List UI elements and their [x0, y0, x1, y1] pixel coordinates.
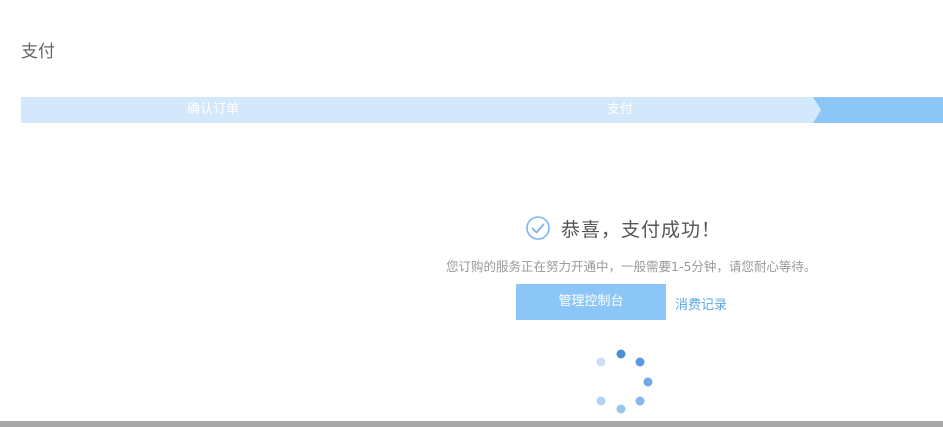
step-pay: 支付 [606, 102, 633, 117]
step-confirm-order: 确认订单 [186, 102, 239, 117]
success-description: 您订购的服务正在努力开通中，一般需要1-5分钟，请您耐心等待。 [446, 259, 817, 274]
success-title: 恭喜，支付成功！ [561, 218, 722, 241]
management-console-button[interactable]: 管理控制台 [516, 284, 666, 320]
check-circle-icon [526, 216, 550, 240]
bottom-scrollbar[interactable] [0, 421, 943, 427]
success-message: 恭喜，支付成功！ [526, 214, 721, 242]
step-shape-current [813, 97, 943, 123]
progress-steps: 确认订单 支付 [21, 97, 943, 123]
consumption-records-link[interactable]: 消费记录 [675, 294, 727, 313]
payment-page: 支付 确认订单 支付 恭喜，支付成功！ 您订购的服务正在努力开通中，一般需要1-… [0, 0, 943, 427]
loading-spinner-icon [592, 346, 656, 416]
page-title: 支付 [21, 42, 55, 62]
